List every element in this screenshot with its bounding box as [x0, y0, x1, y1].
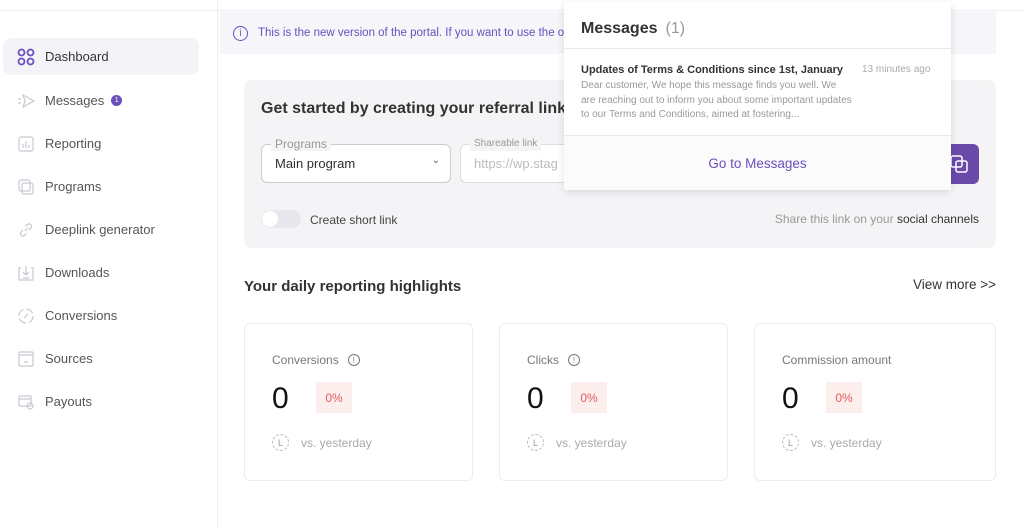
info-icon: i: [233, 25, 248, 41]
divider: [564, 48, 951, 49]
referral-title: Get started by creating your referral li…: [261, 100, 566, 117]
report-icon: [16, 134, 36, 154]
sidebar-item-reporting[interactable]: Reporting: [3, 125, 199, 162]
sources-icon: [16, 349, 36, 369]
info-icon[interactable]: !: [568, 354, 580, 366]
clock-icon: L: [782, 434, 799, 451]
link-icon: [16, 220, 36, 240]
card-value: 0: [782, 382, 799, 415]
sidebar-item-label: Deeplink generator: [45, 222, 155, 237]
share-bold-text: social channels: [896, 212, 979, 226]
short-link-toggle[interactable]: [261, 210, 301, 228]
programs-label: Programs: [271, 137, 332, 151]
sidebar-item-label: Programs: [45, 179, 102, 194]
highlights-title: Your daily reporting highlights: [244, 278, 462, 295]
card-value: 0: [272, 382, 289, 415]
card-value: 0: [527, 382, 544, 415]
go-to-messages-link[interactable]: Go to Messages: [564, 136, 951, 190]
clicks-card: Clicks! 0 0% Lvs. yesterday: [499, 323, 728, 481]
compare-text: vs. yesterday: [811, 435, 882, 450]
sidebar-item-label: Reporting: [45, 136, 102, 151]
card-label: Commission amount: [782, 353, 892, 367]
change-badge: 0%: [826, 382, 862, 413]
messages-popup: Messages (1) Updates of Terms & Condition…: [564, 2, 951, 190]
short-link-label: Create short link: [310, 213, 398, 227]
card-label: Conversions: [272, 353, 339, 367]
change-badge: 0%: [316, 382, 352, 413]
sidebar-item-downloads[interactable]: Downloads: [3, 254, 199, 291]
sidebar-item-sources[interactable]: Sources: [3, 340, 199, 377]
programs-icon: [16, 177, 36, 197]
clock-icon: L: [527, 434, 544, 451]
compare-text: vs. yesterday: [301, 435, 372, 450]
sidebar-item-programs[interactable]: Programs: [3, 168, 199, 205]
sidebar-item-dashboard[interactable]: Dashboard: [3, 38, 199, 75]
sidebar-item-conversions[interactable]: Conversions: [3, 297, 199, 334]
view-more-link[interactable]: View more >>: [913, 277, 996, 292]
message-title: Updates of Terms & Conditions since 1st,…: [581, 64, 844, 76]
popup-title: Messages: [581, 20, 658, 37]
sidebar-item-label: Dashboard: [45, 49, 109, 64]
sidebar-item-label: Downloads: [45, 265, 110, 280]
clock-icon: L: [272, 434, 289, 451]
unread-badge: 1: [111, 95, 123, 106]
payouts-icon: [16, 392, 36, 412]
percent-icon: [16, 306, 36, 326]
sidebar-item-label: Messages: [45, 93, 105, 108]
shareable-link-label: Shareable link: [470, 137, 542, 151]
sidebar-item-label: Conversions: [45, 308, 118, 323]
sidebar: Dashboard Messages 1 Reporting Programs D…: [0, 0, 218, 529]
share-hint: Share this link on your social channels: [775, 212, 979, 226]
sidebar-item-label: Sources: [45, 351, 93, 366]
compare-text: vs. yesterday: [556, 435, 627, 450]
message-body: Dear customer, We hope this message find…: [581, 80, 852, 120]
sidebar-item-label: Payouts: [45, 394, 92, 409]
sidebar-item-deeplink-generator[interactable]: Deeplink generator: [3, 211, 199, 248]
card-label: Clicks: [527, 353, 559, 367]
commission-card: Commission amount 0 0% Lvs. yesterday: [754, 323, 996, 481]
message-time: 13 minutes ago: [862, 64, 931, 75]
dashboard-grid-icon: [16, 47, 36, 67]
banner-text: This is the new version of the portal. I…: [258, 27, 574, 39]
conversions-card: Conversions! 0 0% Lvs. yesterday: [244, 323, 473, 481]
send-icon: [16, 91, 36, 111]
chevron-down-icon: ⌄: [431, 155, 440, 166]
copy-icon: [950, 155, 968, 173]
download-icon: [16, 263, 36, 283]
change-badge: 0%: [571, 382, 607, 413]
info-icon[interactable]: !: [347, 354, 360, 366]
sidebar-item-messages[interactable]: Messages 1: [3, 82, 199, 119]
share-text: Share this link on your: [774, 212, 897, 226]
popup-count: (1): [665, 20, 686, 37]
programs-select[interactable]: Programs Main program ⌄: [261, 137, 451, 183]
shareable-link-value: https://wp.stag: [474, 156, 558, 171]
sidebar-item-payouts[interactable]: Payouts: [3, 383, 199, 420]
programs-value: Main program: [275, 156, 356, 171]
